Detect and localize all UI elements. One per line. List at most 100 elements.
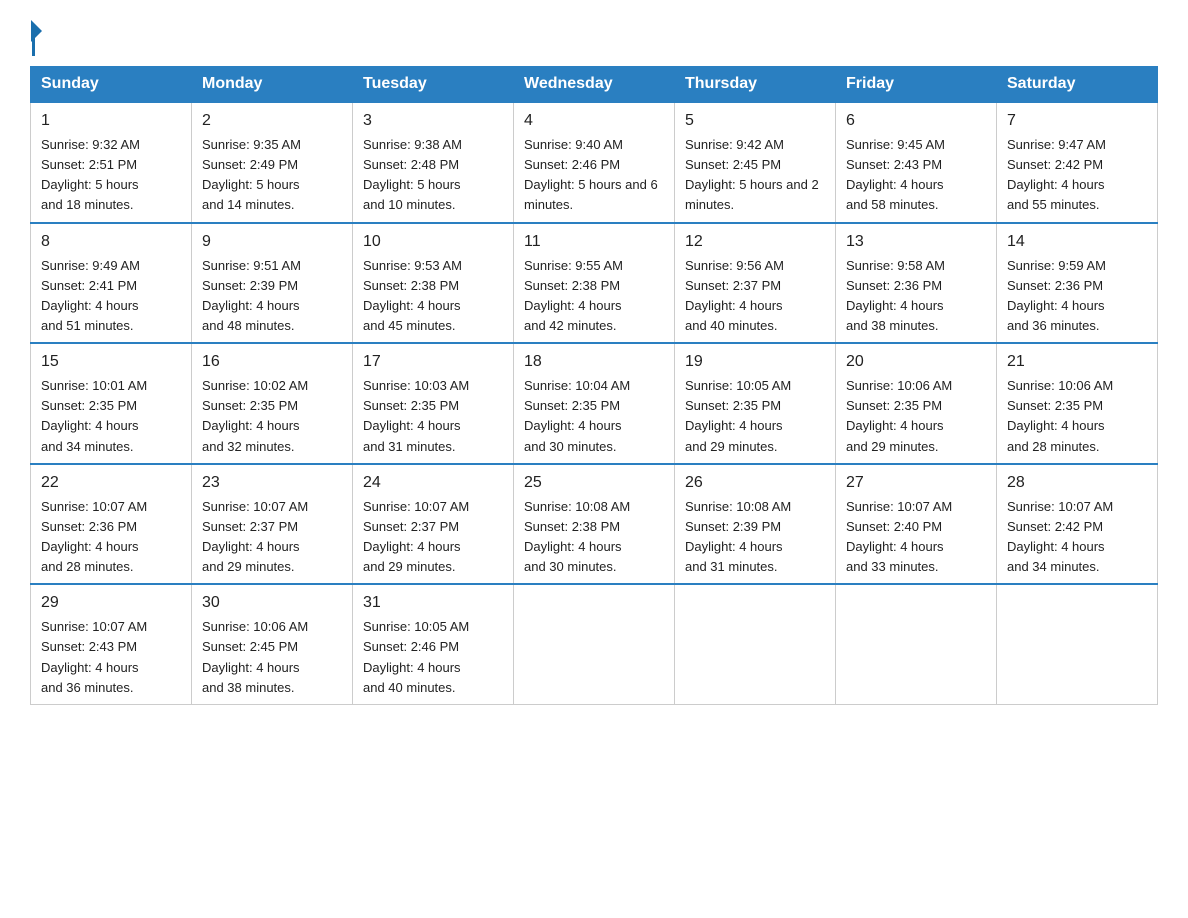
header-wednesday: Wednesday <box>514 67 675 103</box>
day-cell-16: 16 Sunrise: 10:02 AMSunset: 2:35 PMDayli… <box>192 343 353 464</box>
day-cell-8: 8 Sunrise: 9:49 AMSunset: 2:41 PMDayligh… <box>31 223 192 344</box>
day-info: Sunrise: 9:38 AMSunset: 2:48 PMDaylight:… <box>363 137 462 212</box>
day-number: 14 <box>1007 230 1147 254</box>
day-number: 27 <box>846 471 986 495</box>
day-info: Sunrise: 10:06 AMSunset: 2:35 PMDaylight… <box>1007 378 1113 453</box>
day-number: 29 <box>41 591 181 615</box>
day-number: 19 <box>685 350 825 374</box>
day-info: Sunrise: 9:35 AMSunset: 2:49 PMDaylight:… <box>202 137 301 212</box>
week-row-3: 15 Sunrise: 10:01 AMSunset: 2:35 PMDayli… <box>31 343 1158 464</box>
day-number: 16 <box>202 350 342 374</box>
day-number: 2 <box>202 109 342 133</box>
day-cell-18: 18 Sunrise: 10:04 AMSunset: 2:35 PMDayli… <box>514 343 675 464</box>
day-cell-31: 31 Sunrise: 10:05 AMSunset: 2:46 PMDayli… <box>353 584 514 704</box>
day-number: 17 <box>363 350 503 374</box>
day-number: 23 <box>202 471 342 495</box>
day-cell-5: 5 Sunrise: 9:42 AMSunset: 2:45 PMDayligh… <box>675 102 836 223</box>
empty-cell-4-4 <box>675 584 836 704</box>
day-info: Sunrise: 9:32 AMSunset: 2:51 PMDaylight:… <box>41 137 140 212</box>
day-info: Sunrise: 10:07 AMSunset: 2:37 PMDaylight… <box>363 499 469 574</box>
header-friday: Friday <box>836 67 997 103</box>
day-cell-4: 4 Sunrise: 9:40 AMSunset: 2:46 PMDayligh… <box>514 102 675 223</box>
day-info: Sunrise: 10:02 AMSunset: 2:35 PMDaylight… <box>202 378 308 453</box>
day-info: Sunrise: 10:08 AMSunset: 2:38 PMDaylight… <box>524 499 630 574</box>
day-number: 20 <box>846 350 986 374</box>
logo <box>30 20 41 56</box>
day-number: 5 <box>685 109 825 133</box>
day-cell-25: 25 Sunrise: 10:08 AMSunset: 2:38 PMDayli… <box>514 464 675 585</box>
day-cell-9: 9 Sunrise: 9:51 AMSunset: 2:39 PMDayligh… <box>192 223 353 344</box>
day-cell-15: 15 Sunrise: 10:01 AMSunset: 2:35 PMDayli… <box>31 343 192 464</box>
day-cell-29: 29 Sunrise: 10:07 AMSunset: 2:43 PMDayli… <box>31 584 192 704</box>
calendar-header-row: SundayMondayTuesdayWednesdayThursdayFrid… <box>31 67 1158 103</box>
day-info: Sunrise: 10:07 AMSunset: 2:42 PMDaylight… <box>1007 499 1113 574</box>
day-cell-1: 1 Sunrise: 9:32 AMSunset: 2:51 PMDayligh… <box>31 102 192 223</box>
day-cell-6: 6 Sunrise: 9:45 AMSunset: 2:43 PMDayligh… <box>836 102 997 223</box>
day-info: Sunrise: 9:53 AMSunset: 2:38 PMDaylight:… <box>363 258 462 333</box>
day-number: 6 <box>846 109 986 133</box>
day-info: Sunrise: 9:49 AMSunset: 2:41 PMDaylight:… <box>41 258 140 333</box>
day-number: 25 <box>524 471 664 495</box>
day-info: Sunrise: 9:58 AMSunset: 2:36 PMDaylight:… <box>846 258 945 333</box>
day-info: Sunrise: 9:45 AMSunset: 2:43 PMDaylight:… <box>846 137 945 212</box>
day-info: Sunrise: 10:07 AMSunset: 2:36 PMDaylight… <box>41 499 147 574</box>
day-cell-17: 17 Sunrise: 10:03 AMSunset: 2:35 PMDayli… <box>353 343 514 464</box>
day-cell-12: 12 Sunrise: 9:56 AMSunset: 2:37 PMDaylig… <box>675 223 836 344</box>
day-cell-27: 27 Sunrise: 10:07 AMSunset: 2:40 PMDayli… <box>836 464 997 585</box>
day-number: 28 <box>1007 471 1147 495</box>
day-cell-19: 19 Sunrise: 10:05 AMSunset: 2:35 PMDayli… <box>675 343 836 464</box>
day-number: 3 <box>363 109 503 133</box>
week-row-2: 8 Sunrise: 9:49 AMSunset: 2:41 PMDayligh… <box>31 223 1158 344</box>
day-cell-14: 14 Sunrise: 9:59 AMSunset: 2:36 PMDaylig… <box>997 223 1158 344</box>
day-number: 11 <box>524 230 664 254</box>
day-info: Sunrise: 9:47 AMSunset: 2:42 PMDaylight:… <box>1007 137 1106 212</box>
day-info: Sunrise: 10:06 AMSunset: 2:45 PMDaylight… <box>202 619 308 694</box>
empty-cell-4-6 <box>997 584 1158 704</box>
day-cell-3: 3 Sunrise: 9:38 AMSunset: 2:48 PMDayligh… <box>353 102 514 223</box>
day-info: Sunrise: 10:07 AMSunset: 2:37 PMDaylight… <box>202 499 308 574</box>
day-info: Sunrise: 10:05 AMSunset: 2:46 PMDaylight… <box>363 619 469 694</box>
week-row-5: 29 Sunrise: 10:07 AMSunset: 2:43 PMDayli… <box>31 584 1158 704</box>
day-number: 21 <box>1007 350 1147 374</box>
day-number: 30 <box>202 591 342 615</box>
day-info: Sunrise: 9:42 AMSunset: 2:45 PMDaylight:… <box>685 137 819 212</box>
day-cell-13: 13 Sunrise: 9:58 AMSunset: 2:36 PMDaylig… <box>836 223 997 344</box>
day-number: 9 <box>202 230 342 254</box>
day-info: Sunrise: 9:40 AMSunset: 2:46 PMDaylight:… <box>524 137 658 212</box>
day-number: 22 <box>41 471 181 495</box>
calendar-table: SundayMondayTuesdayWednesdayThursdayFrid… <box>30 66 1158 705</box>
day-cell-26: 26 Sunrise: 10:08 AMSunset: 2:39 PMDayli… <box>675 464 836 585</box>
day-number: 13 <box>846 230 986 254</box>
day-info: Sunrise: 9:51 AMSunset: 2:39 PMDaylight:… <box>202 258 301 333</box>
day-number: 12 <box>685 230 825 254</box>
week-row-4: 22 Sunrise: 10:07 AMSunset: 2:36 PMDayli… <box>31 464 1158 585</box>
header-thursday: Thursday <box>675 67 836 103</box>
day-number: 10 <box>363 230 503 254</box>
header-sunday: Sunday <box>31 67 192 103</box>
day-info: Sunrise: 10:03 AMSunset: 2:35 PMDaylight… <box>363 378 469 453</box>
day-cell-11: 11 Sunrise: 9:55 AMSunset: 2:38 PMDaylig… <box>514 223 675 344</box>
day-cell-10: 10 Sunrise: 9:53 AMSunset: 2:38 PMDaylig… <box>353 223 514 344</box>
day-number: 31 <box>363 591 503 615</box>
day-cell-24: 24 Sunrise: 10:07 AMSunset: 2:37 PMDayli… <box>353 464 514 585</box>
day-info: Sunrise: 10:06 AMSunset: 2:35 PMDaylight… <box>846 378 952 453</box>
page-header <box>30 20 1158 56</box>
day-info: Sunrise: 10:08 AMSunset: 2:39 PMDaylight… <box>685 499 791 574</box>
header-saturday: Saturday <box>997 67 1158 103</box>
day-number: 1 <box>41 109 181 133</box>
logo-line-icon <box>32 38 35 56</box>
day-cell-30: 30 Sunrise: 10:06 AMSunset: 2:45 PMDayli… <box>192 584 353 704</box>
header-tuesday: Tuesday <box>353 67 514 103</box>
day-number: 26 <box>685 471 825 495</box>
day-cell-20: 20 Sunrise: 10:06 AMSunset: 2:35 PMDayli… <box>836 343 997 464</box>
day-info: Sunrise: 9:55 AMSunset: 2:38 PMDaylight:… <box>524 258 623 333</box>
empty-cell-4-5 <box>836 584 997 704</box>
day-cell-28: 28 Sunrise: 10:07 AMSunset: 2:42 PMDayli… <box>997 464 1158 585</box>
week-row-1: 1 Sunrise: 9:32 AMSunset: 2:51 PMDayligh… <box>31 102 1158 223</box>
day-number: 15 <box>41 350 181 374</box>
day-number: 24 <box>363 471 503 495</box>
day-number: 18 <box>524 350 664 374</box>
day-cell-21: 21 Sunrise: 10:06 AMSunset: 2:35 PMDayli… <box>997 343 1158 464</box>
header-monday: Monday <box>192 67 353 103</box>
day-info: Sunrise: 10:01 AMSunset: 2:35 PMDaylight… <box>41 378 147 453</box>
